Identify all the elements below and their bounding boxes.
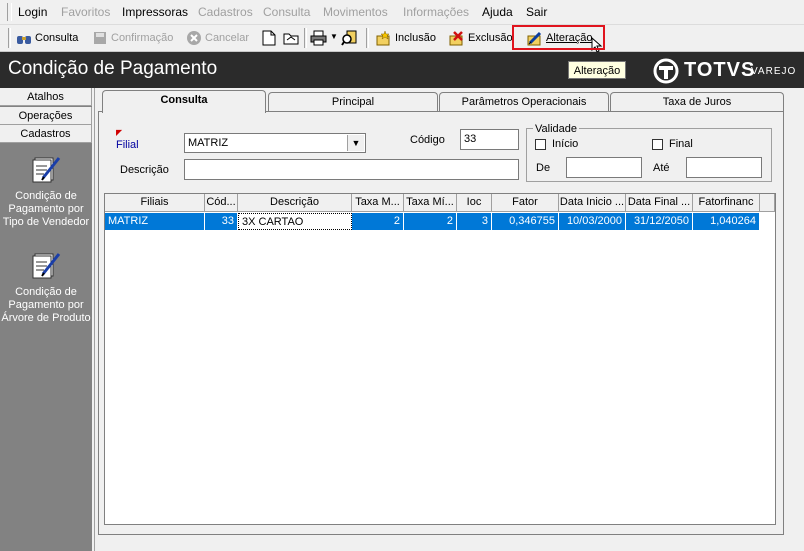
brand-subtitle: VAREJO (751, 66, 797, 77)
column-header-filler (760, 194, 775, 212)
highlight-box (512, 25, 605, 50)
inclusao-label: Inclusão (395, 32, 436, 44)
menu-consulta[interactable]: Consulta (263, 5, 310, 19)
exclusao-label: Exclusão (468, 32, 513, 44)
column-header-taxa-maxima[interactable]: Taxa M... (352, 194, 404, 212)
table-cell[interactable]: 2 (404, 213, 457, 230)
required-marker: ◤ (116, 128, 123, 137)
final-label: Final (669, 138, 693, 150)
menu-sair[interactable]: Sair (526, 5, 547, 19)
menu-cadastros[interactable]: Cadastros (198, 5, 253, 19)
exclusao-button[interactable]: Exclusão (449, 29, 513, 47)
new-document-icon[interactable] (262, 30, 276, 46)
codigo-field[interactable]: 33 (460, 129, 519, 150)
printer-icon[interactable] (310, 30, 327, 46)
toolbar: Consulta Confirmação Cancelar ▼ Inclusão… (0, 25, 804, 53)
menu-bar: Login Favoritos Impressoras Cadastros Co… (0, 0, 804, 25)
confirmacao-button[interactable]: Confirmação (92, 29, 173, 47)
menu-impressoras[interactable]: Impressoras (122, 5, 188, 19)
document-pen-icon (32, 253, 61, 279)
table-cell[interactable]: MATRIZ (105, 213, 205, 230)
de-label: De (536, 162, 551, 174)
results-grid[interactable]: Filiais Cód... Descrição Taxa M... Taxa … (104, 193, 776, 525)
inclusao-button[interactable]: Inclusão (376, 29, 436, 47)
tab-taxa-de-juros[interactable]: Taxa de Juros (610, 92, 784, 111)
consulta-label: Consulta (35, 32, 79, 44)
binoculars-icon (17, 36, 31, 44)
table-cell-focused[interactable]: 3X CARTAO (238, 213, 352, 230)
filial-label: Filial (116, 139, 139, 151)
tab-parametros-operacionais[interactable]: Parâmetros Operacionais (439, 92, 609, 111)
table-cell[interactable]: 31/12/2050 (626, 213, 693, 230)
open-folder-icon[interactable] (283, 30, 300, 46)
table-cell[interactable]: 33 (205, 213, 238, 230)
column-header-taxa-minima[interactable]: Taxa Mí... (404, 194, 457, 212)
sidebar-tab-operacoes[interactable]: Operações (0, 107, 92, 125)
window-title: Condição de Pagamento (8, 58, 218, 79)
toolbar-separator (304, 28, 307, 48)
document-pen-icon (32, 157, 61, 183)
save-icon (94, 32, 106, 44)
column-header-ioc[interactable]: Ioc (457, 194, 492, 212)
table-cell[interactable]: 3 (457, 213, 492, 230)
confirmacao-label: Confirmação (111, 32, 174, 44)
filial-select[interactable]: MATRIZ ▼ (184, 133, 366, 153)
menu-movimentos[interactable]: Movimentos (323, 5, 388, 19)
filial-value: MATRIZ (188, 137, 229, 149)
menu-informacoes[interactable]: Informações (403, 5, 469, 19)
table-cell[interactable]: 10/03/2000 (559, 213, 626, 230)
totvs-logo-icon (653, 58, 679, 84)
column-header-descricao[interactable]: Descrição (238, 194, 352, 212)
cancelar-label: Cancelar (205, 32, 250, 44)
codigo-value: 33 (464, 133, 477, 145)
ate-date-field[interactable] (686, 157, 762, 178)
sidebar-item-arvore-produto[interactable]: Condição de Pagamento por Árvore de Prod… (0, 248, 92, 325)
column-header-filiais[interactable]: Filiais (105, 194, 205, 212)
cancel-icon (187, 31, 201, 45)
add-icon (376, 30, 390, 46)
chevron-down-icon[interactable]: ▼ (347, 135, 364, 151)
sidebar-tab-atalhos[interactable]: Atalhos (0, 88, 92, 106)
tab-principal[interactable]: Principal (268, 92, 438, 111)
descricao-label: Descrição (120, 164, 169, 176)
column-header-codigo[interactable]: Cód... (205, 194, 238, 212)
column-header-fator[interactable]: Fator (492, 194, 559, 212)
sidebar-item-tipo-vendedor[interactable]: Condição de Pagamento por Tipo de Vended… (0, 152, 92, 229)
tab-consulta[interactable]: Consulta (102, 90, 266, 113)
inicio-label: Início (552, 138, 579, 150)
search-document-icon[interactable] (341, 30, 358, 46)
menu-favoritos[interactable]: Favoritos (61, 5, 110, 19)
table-cell[interactable]: 2 (352, 213, 404, 230)
column-header-fatorfinanc[interactable]: Fatorfinanc (693, 194, 760, 212)
menu-login[interactable]: Login (18, 5, 47, 19)
tooltip: Alteração (568, 61, 626, 79)
menu-grip (7, 3, 12, 21)
table-cell[interactable]: 0,346755 (492, 213, 559, 230)
chevron-down-icon[interactable]: ▼ (330, 32, 338, 41)
de-date-field[interactable] (566, 157, 642, 178)
cancelar-button[interactable]: Cancelar (186, 29, 249, 47)
sidebar-item-label: Condição de Pagamento por Tipo de Vended… (2, 190, 90, 228)
final-checkbox[interactable] (652, 139, 663, 150)
inicio-checkbox[interactable] (535, 139, 546, 150)
menu-ajuda[interactable]: Ajuda (482, 5, 513, 19)
descricao-field[interactable] (184, 159, 519, 180)
toolbar-separator (366, 28, 369, 48)
toolbar-separator (8, 28, 11, 48)
window-header: Condição de Pagamento TOTVS VAREJO (0, 52, 804, 88)
brand-name: TOTVS (684, 59, 756, 81)
sidebar: Atalhos Operações Cadastros Condição de … (0, 88, 92, 551)
column-header-data-inicio[interactable]: Data Inicio ... (559, 194, 626, 212)
column-header-data-final[interactable]: Data Final ... (626, 194, 693, 212)
delete-icon (449, 31, 463, 46)
sidebar-item-label: Condição de Pagamento por Árvore de Prod… (1, 286, 91, 324)
ate-label: Até (653, 162, 670, 174)
sidebar-tab-cadastros[interactable]: Cadastros (0, 125, 92, 143)
codigo-label: Código (410, 134, 445, 146)
table-cell[interactable]: 1,040264 (693, 213, 760, 230)
validade-label: Validade (533, 123, 579, 135)
consulta-button[interactable]: Consulta (16, 29, 78, 47)
